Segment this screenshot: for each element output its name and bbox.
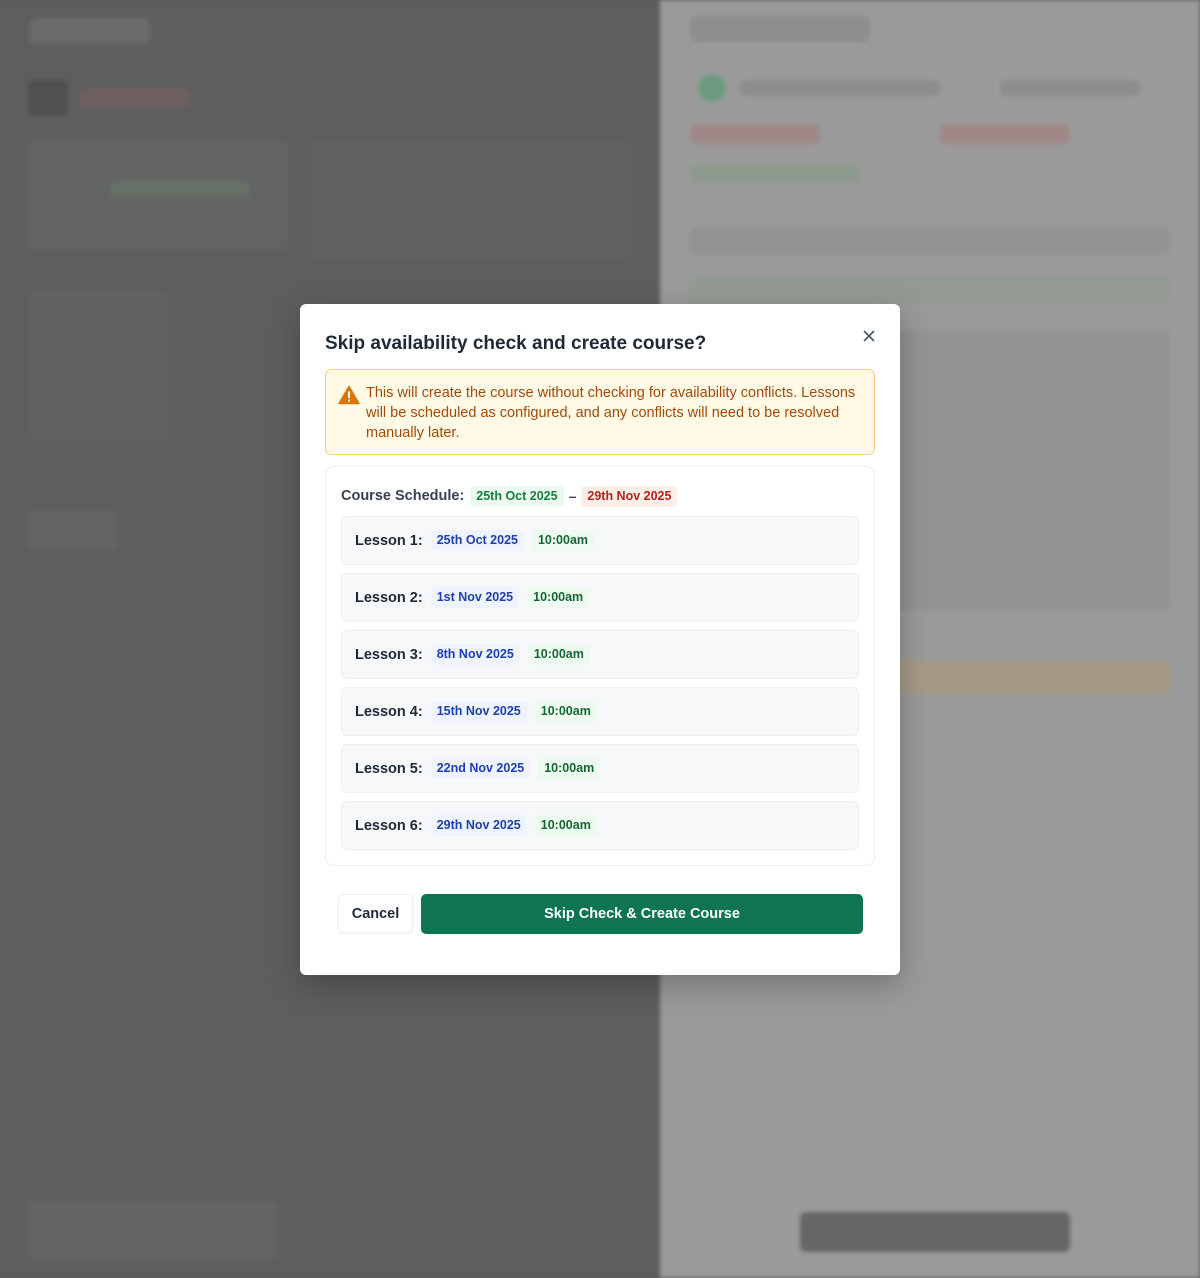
cancel-button[interactable]: Cancel <box>338 894 413 933</box>
lesson-date: 22nd Nov 2025 <box>430 758 531 779</box>
lesson-date: 25th Oct 2025 <box>430 530 524 551</box>
lesson-time: 10:00am <box>538 758 601 779</box>
schedule-start-date: 25th Oct 2025 <box>470 485 564 507</box>
lesson-time: 10:00am <box>531 530 595 551</box>
lesson-label: Lesson 3: <box>355 646 423 663</box>
lesson-time: 10:00am <box>534 701 597 722</box>
lesson-row: Lesson 2: 1st Nov 2025 10:00am <box>341 573 859 622</box>
lesson-row: Lesson 5: 22nd Nov 2025 10:00am <box>341 744 859 793</box>
lesson-label: Lesson 5: <box>355 760 423 777</box>
warning-triangle-icon <box>338 385 360 405</box>
lesson-row: Lesson 3: 8th Nov 2025 10:00am <box>341 630 859 679</box>
course-schedule-card: Course Schedule: 25th Oct 2025 – 29th No… <box>325 466 875 866</box>
lesson-label: Lesson 6: <box>355 817 423 834</box>
lesson-row: Lesson 6: 29th Nov 2025 10:00am <box>341 801 859 850</box>
lesson-date: 8th Nov 2025 <box>430 644 520 665</box>
lesson-date: 15th Nov 2025 <box>430 701 527 722</box>
close-button[interactable] <box>856 323 882 349</box>
lesson-row: Lesson 1: 25th Oct 2025 10:00am <box>341 516 859 565</box>
warning-banner: This will create the course without chec… <box>325 369 875 455</box>
lesson-time: 10:00am <box>534 815 597 836</box>
lesson-row: Lesson 4: 15th Nov 2025 10:00am <box>341 687 859 736</box>
course-schedule-header: Course Schedule: 25th Oct 2025 – 29th No… <box>341 485 678 507</box>
lesson-time: 10:00am <box>527 644 590 665</box>
lesson-label: Lesson 1: <box>355 532 423 549</box>
skip-check-dialog: Skip availability check and create cours… <box>300 304 900 975</box>
lesson-label: Lesson 4: <box>355 703 423 720</box>
lesson-date: 29th Nov 2025 <box>430 815 527 836</box>
warning-text: This will create the course without chec… <box>366 385 856 441</box>
lesson-label: Lesson 2: <box>355 589 423 606</box>
dialog-title: Skip availability check and create cours… <box>325 333 707 354</box>
lesson-date: 1st Nov 2025 <box>430 587 520 608</box>
schedule-end-date: 29th Nov 2025 <box>581 485 678 507</box>
close-icon <box>863 330 875 342</box>
lesson-time: 10:00am <box>527 587 590 608</box>
skip-check-create-course-button[interactable]: Skip Check & Create Course <box>421 894 863 934</box>
course-schedule-label: Course Schedule: <box>341 488 465 504</box>
schedule-separator: – <box>568 488 577 504</box>
